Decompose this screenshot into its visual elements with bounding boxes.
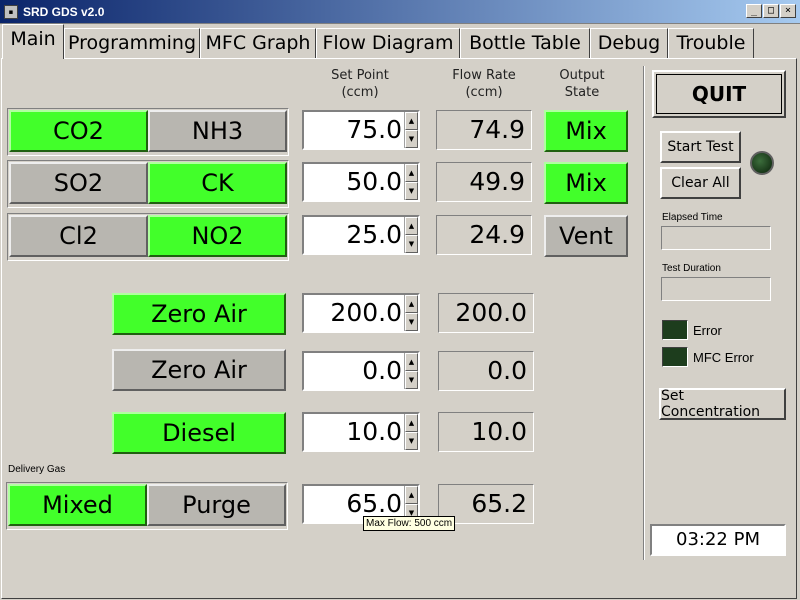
start-test-button[interactable]: Start Test [660,131,741,163]
title-bar: ▪ SRD GDS v2.0 _ □ × [0,0,800,24]
mixed-button[interactable]: Mixed [8,484,147,526]
increment-arrow-icon[interactable]: ▲ [405,164,418,182]
tab-flow-diagram[interactable]: Flow Diagram [316,28,460,58]
set-point-spinner[interactable]: ▲ ▼ [404,414,418,450]
zero-air-button[interactable]: Zero Air [112,293,286,335]
gas-so2-button[interactable]: SO2 [9,162,148,204]
flow-rate-indicator: 10.0 [438,412,534,452]
gas-co2-button[interactable]: CO2 [9,110,148,152]
window-title: SRD GDS v2.0 [23,4,105,19]
tab-mfc-graph[interactable]: MFC Graph [200,28,316,58]
set-point-spinner[interactable]: ▲ ▼ [404,164,418,200]
window-controls: _ □ × [746,4,796,18]
set-point-spinner[interactable]: ▲ ▼ [404,217,418,253]
decrement-arrow-icon[interactable]: ▼ [405,235,418,253]
maximize-button[interactable]: □ [763,4,779,18]
set-point-control[interactable]: 200.0 ▲ ▼ [302,293,420,333]
error-led [662,320,688,340]
set-point-control[interactable]: 75.0 ▲ ▼ [302,110,420,150]
panel-divider [643,66,645,560]
set-point-control[interactable]: 50.0 ▲ ▼ [302,162,420,202]
output-state-label: State [564,85,600,100]
set-point-control[interactable]: 10.0 ▲ ▼ [302,412,420,452]
error-label: Error [693,323,722,338]
tab-bar: Main Programming MFC Graph Flow Diagram … [0,24,800,59]
increment-arrow-icon[interactable]: ▲ [405,112,418,130]
flow-rate-indicator: 74.9 [436,110,532,150]
set-point-control[interactable]: 0.0 ▲ ▼ [302,351,420,391]
elapsed-time-label: Elapsed Time [662,212,723,223]
increment-arrow-icon[interactable]: ▲ [405,217,418,235]
set-point-value[interactable]: 0.0 [304,353,404,389]
max-flow-tooltip: Max Flow: 500 ccm [363,516,456,531]
decrement-arrow-icon[interactable]: ▼ [405,182,418,200]
tab-bottle-table[interactable]: Bottle Table [460,28,590,58]
purge-button[interactable]: Purge [147,484,286,526]
delivery-gas-label: Delivery Gas [8,464,66,475]
flow-rate-indicator: 200.0 [438,293,534,333]
tab-main[interactable]: Main [2,24,64,59]
set-point-unit: (ccm) [341,85,379,100]
test-duration-field [661,277,771,301]
set-point-spinner[interactable]: ▲ ▼ [404,353,418,389]
output-state-header: Output State [542,67,622,101]
flow-rate-header: Flow Rate (ccm) [434,67,534,101]
set-point-header: Set Point (ccm) [310,67,410,101]
decrement-arrow-icon[interactable]: ▼ [405,130,418,148]
flow-rate-indicator: 24.9 [436,215,532,255]
increment-arrow-icon[interactable]: ▲ [405,414,418,432]
test-duration-label: Test Duration [662,263,721,274]
set-point-value[interactable]: 10.0 [304,414,404,450]
gas-nh3-button[interactable]: NH3 [148,110,287,152]
set-point-value[interactable]: 25.0 [304,217,404,253]
flow-rate-unit: (ccm) [465,85,503,100]
zero-air-button[interactable]: Zero Air [112,349,286,391]
diesel-button[interactable]: Diesel [112,412,286,454]
gas-no2-button[interactable]: NO2 [148,215,287,257]
output-state-button[interactable]: Vent [544,215,628,257]
tab-trouble[interactable]: Trouble [668,28,754,58]
set-point-control[interactable]: 25.0 ▲ ▼ [302,215,420,255]
decrement-arrow-icon[interactable]: ▼ [405,432,418,450]
app-icon: ▪ [4,4,18,19]
increment-arrow-icon[interactable]: ▲ [405,486,418,504]
decrement-arrow-icon[interactable]: ▼ [405,371,418,389]
set-concentration-button[interactable]: Set Concentration [659,388,786,420]
tab-programming[interactable]: Programming [64,28,200,58]
set-point-spinner[interactable]: ▲ ▼ [404,112,418,148]
tab-debug[interactable]: Debug [590,28,668,58]
set-point-value[interactable]: 50.0 [304,164,404,200]
gas-ck-button[interactable]: CK [148,162,287,204]
output-state-button[interactable]: Mix [544,110,628,152]
close-button[interactable]: × [780,4,796,18]
increment-arrow-icon[interactable]: ▲ [405,295,418,313]
mfc-error-label: MFC Error [693,350,754,365]
output-label: Output [559,68,605,83]
flow-rate-indicator: 0.0 [438,351,534,391]
increment-arrow-icon[interactable]: ▲ [405,353,418,371]
clock-display: 03:22 PM [650,524,786,556]
flow-rate-label: Flow Rate [452,68,516,83]
flow-rate-indicator: 49.9 [436,162,532,202]
set-point-spinner[interactable]: ▲ ▼ [404,295,418,331]
set-point-value[interactable]: 200.0 [304,295,404,331]
clear-all-button[interactable]: Clear All [660,167,741,199]
set-point-label: Set Point [331,68,389,83]
mfc-error-led [662,347,688,367]
test-running-led [750,151,774,175]
quit-button[interactable]: QUIT [652,70,786,118]
set-point-value[interactable]: 75.0 [304,112,404,148]
minimize-button[interactable]: _ [746,4,762,18]
elapsed-time-field [661,226,771,250]
gas-cl2-button[interactable]: Cl2 [9,215,148,257]
output-state-button[interactable]: Mix [544,162,628,204]
decrement-arrow-icon[interactable]: ▼ [405,313,418,331]
